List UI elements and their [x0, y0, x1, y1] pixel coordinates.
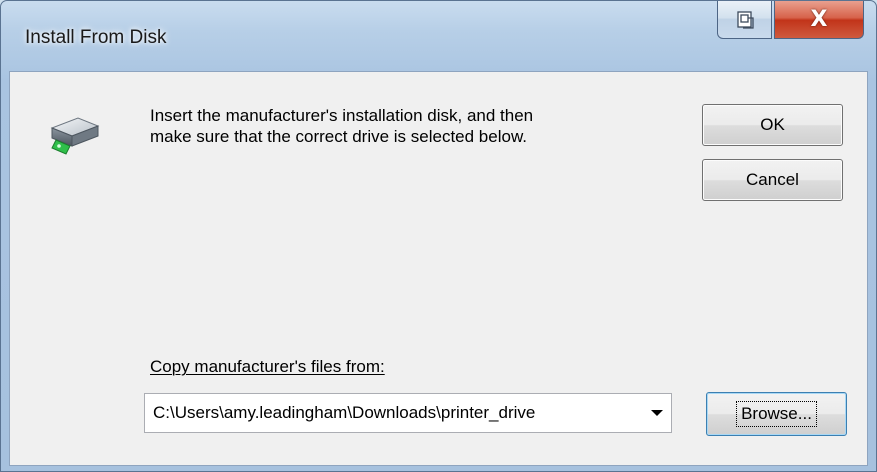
install-from-disk-window: Install From Disk X Insert the manufactu… — [0, 0, 877, 472]
title-bar[interactable]: Install From Disk X — [1, 1, 876, 71]
instruction-text: Insert the manufacturer's installation d… — [150, 106, 534, 146]
browse-button[interactable]: Browse... — [706, 392, 847, 436]
disk-drive-icon — [50, 117, 100, 155]
path-value[interactable]: C:\Users\amy.leadingham\Downloads\printe… — [153, 403, 637, 423]
context-help-icon — [736, 10, 754, 29]
copy-from-label-text: Copy manufacturer's files from: — [150, 357, 385, 376]
browse-button-label: Browse... — [736, 401, 817, 427]
chevron-down-icon[interactable] — [651, 410, 663, 416]
window-title: Install From Disk — [25, 27, 167, 48]
ok-button[interactable]: OK — [702, 104, 843, 146]
close-icon: X — [810, 6, 828, 32]
copy-from-label: Copy manufacturer's files from: — [150, 357, 385, 377]
cancel-button[interactable]: Cancel — [702, 159, 843, 201]
path-combobox[interactable]: C:\Users\amy.leadingham\Downloads\printe… — [144, 393, 672, 433]
help-button[interactable] — [717, 1, 772, 39]
dialog-client-area: Insert the manufacturer's installation d… — [9, 71, 868, 466]
close-button[interactable]: X — [774, 1, 864, 39]
